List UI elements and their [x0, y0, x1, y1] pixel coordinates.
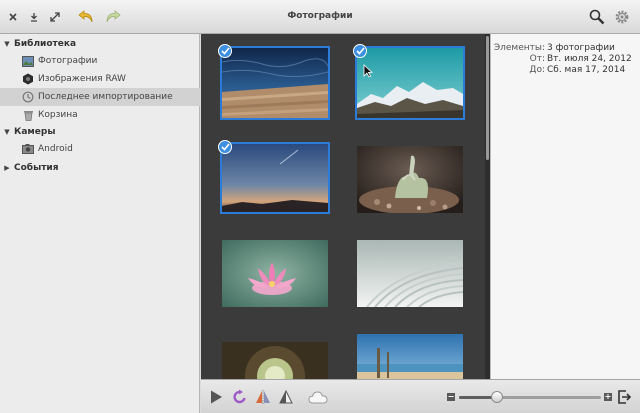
sidebar-item-android[interactable]: Android [0, 140, 200, 158]
info-to-value: Сб. мая 17, 2014 [547, 65, 626, 75]
sidebar-category-cameras[interactable]: ▼ Камеры [0, 124, 200, 140]
photo-thumbnail[interactable] [218, 140, 330, 214]
info-items-value: 3 фотографии [547, 43, 615, 53]
redo-icon [106, 10, 121, 23]
info-to-row: До: Сб. мая 17, 2014 [491, 65, 640, 76]
maximize-icon [50, 12, 60, 22]
cloud-icon [308, 391, 328, 404]
checkmark-icon [355, 47, 365, 55]
sidebar-item-raw[interactable]: Изображения RAW [0, 70, 200, 88]
sidebar-item-label: Android [38, 144, 73, 154]
sidebar-category-library[interactable]: ▼ Библиотека [0, 36, 200, 52]
rotate-icon [233, 389, 246, 404]
info-items-label: Элементы: [493, 43, 545, 53]
photo-thumbnail[interactable] [353, 44, 465, 120]
minimize-button[interactable] [26, 9, 42, 25]
undo-icon [78, 10, 93, 23]
redo-button[interactable] [104, 9, 122, 25]
flip-icon [256, 390, 270, 404]
play-icon [211, 390, 222, 404]
photo-water-lily [222, 240, 328, 307]
checkmark-icon [220, 143, 230, 151]
photo-thumbnail[interactable] [222, 240, 328, 307]
undo-button[interactable] [77, 9, 95, 25]
photo-wavy-lines [357, 240, 464, 308]
settings-button[interactable] [613, 9, 631, 25]
photo-thumbnail[interactable] [357, 334, 463, 379]
minus-icon: − [447, 392, 455, 401]
sidebar-item-label: Изображения RAW [38, 74, 126, 84]
search-button[interactable] [588, 9, 606, 25]
photo-mountains [357, 48, 463, 118]
photo-dusk-sky [222, 144, 328, 212]
trash-icon [22, 109, 34, 121]
info-to-label: До: [529, 65, 545, 75]
sidebar-category-events[interactable]: ▶ События [0, 160, 200, 176]
window-title: Фотографии [287, 11, 353, 21]
close-icon [9, 13, 17, 21]
minimize-icon [31, 13, 37, 22]
info-items-row: Элементы: 3 фотографии [491, 43, 640, 54]
sidebar-item-trash[interactable]: Корзина [0, 106, 200, 124]
info-from-value: Вт. июля 24, 2012 [547, 54, 632, 64]
photo-thumbnail[interactable] [218, 44, 330, 120]
gear-icon [615, 10, 629, 24]
flip-button[interactable] [254, 388, 272, 406]
exit-icon [618, 390, 631, 404]
info-from-row: От: Вт. июля 24, 2012 [491, 54, 640, 65]
bottom-toolbar: − + [201, 379, 640, 413]
photo-succulent [357, 146, 463, 214]
slideshow-button[interactable] [207, 388, 225, 406]
sidebar-item-label: Фотографии [38, 56, 98, 66]
zoom-in-button[interactable]: + [604, 393, 612, 401]
collapsed-triangle-icon: ▶ [4, 164, 10, 172]
enhance-icon [279, 389, 293, 404]
selected-check-badge[interactable] [218, 140, 232, 154]
sidebar: ▼ Библиотека Фотографии Изображения RAW … [0, 34, 200, 413]
sidebar-item-label: Корзина [38, 110, 78, 120]
history-icon [22, 91, 34, 103]
checkmark-icon [220, 47, 230, 55]
expanded-triangle-icon: ▼ [4, 128, 10, 136]
close-button[interactable] [5, 9, 21, 25]
selected-check-badge[interactable] [353, 44, 367, 58]
photo-grid [201, 34, 485, 379]
sidebar-category-label: Библиотека [14, 39, 77, 49]
enhance-button[interactable] [277, 388, 295, 406]
photo-thumbnail[interactable] [222, 342, 328, 379]
rotate-button[interactable] [231, 388, 249, 406]
search-icon [589, 9, 605, 25]
info-from-label: От: [529, 54, 545, 64]
photo-beach [357, 334, 463, 379]
zoom-slider-knob[interactable] [491, 391, 504, 403]
raw-icon [22, 73, 34, 85]
sidebar-category-label: Камеры [14, 127, 56, 137]
camera-icon [22, 143, 34, 155]
photo-tunnel [222, 342, 328, 379]
scrollbar-thumb[interactable] [486, 36, 489, 160]
zoom-slider[interactable] [459, 391, 601, 403]
info-panel: Элементы: 3 фотографии От: Вт. июля 24, … [490, 34, 640, 379]
zoom-out-button[interactable]: − [447, 393, 455, 401]
selected-check-badge[interactable] [218, 44, 232, 58]
header-bar: Фотографии [0, 0, 640, 34]
plus-icon: + [604, 392, 612, 401]
mouse-cursor-icon [363, 64, 373, 78]
sidebar-category-label: События [14, 163, 59, 173]
sidebar-item-label: Последнее импортирование [38, 92, 173, 102]
photos-icon [22, 55, 34, 67]
sidebar-item-last-import[interactable]: Последнее импортирование [0, 88, 200, 106]
export-button[interactable] [615, 388, 633, 406]
photo-thumbnail[interactable] [357, 146, 463, 214]
sidebar-item-photos[interactable]: Фотографии [0, 52, 200, 70]
maximize-button[interactable] [47, 9, 63, 25]
photo-thumbnail[interactable] [357, 240, 464, 308]
expanded-triangle-icon: ▼ [4, 40, 10, 48]
publish-button[interactable] [307, 388, 329, 406]
photo-pier-sea [221, 48, 329, 118]
